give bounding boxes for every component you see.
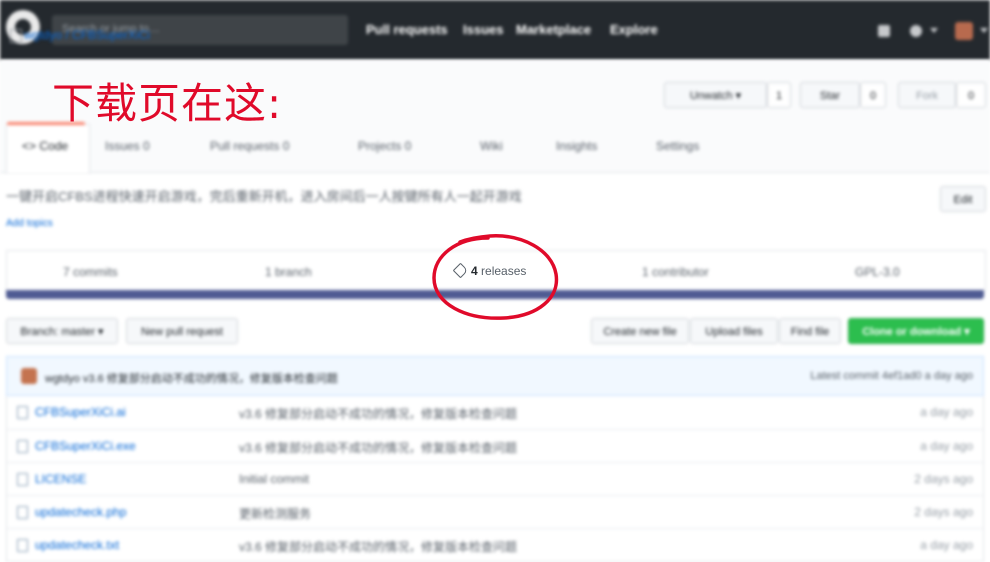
star-button[interactable]: Star [800, 82, 860, 108]
branch-link[interactable]: 1 branch [265, 265, 312, 279]
commit-message[interactable]: wgtdyo v3.6 修复部分启动不成功的情况，修复版本检查问题 [45, 370, 338, 386]
nav-pull-requests[interactable]: Pull requests [366, 22, 448, 37]
chevron-down-icon[interactable] [930, 28, 938, 33]
file-age: a day ago [920, 405, 973, 419]
tab-code[interactable]: <> Code [22, 139, 68, 153]
file-commit-message[interactable]: v3.6 修复部分启动不成功的情况，修复版本检查问题 [239, 405, 517, 422]
commits-link[interactable]: 7 commits [63, 265, 118, 279]
file-age: a day ago [920, 439, 973, 453]
file-commit-message[interactable]: v3.6 修复部分启动不成功的情况，修复版本检查问题 [239, 538, 517, 555]
file-list: CFBSuperXiCi.ai v3.6 修复部分启动不成功的情况，修复版本检查… [6, 396, 984, 562]
table-row[interactable]: updatecheck.php 更新检测服务 2 days ago [7, 495, 983, 529]
file-name[interactable]: updatecheck.txt [35, 538, 119, 552]
table-row[interactable]: CFBSuperXiCi.ai v3.6 修复部分启动不成功的情况，修复版本检查… [7, 396, 983, 429]
repo-tabs: <> Code Issues 0 Pull requests 0 Project… [0, 130, 990, 166]
file-icon [17, 440, 28, 453]
license-link[interactable]: GPL-3.0 [855, 265, 900, 279]
find-file-button[interactable]: Find file [779, 318, 841, 344]
table-row[interactable]: LICENSE Initial commit 2 days ago [7, 462, 983, 496]
tab-wiki[interactable]: Wiki [480, 139, 503, 153]
latest-commit-bar: wgtdyo v3.6 修复部分启动不成功的情况，修复版本检查问题 Latest… [6, 356, 984, 396]
unwatch-button[interactable]: Unwatch ▾ [664, 82, 767, 108]
upload-files-button[interactable]: Upload files [690, 318, 778, 344]
nav-explore[interactable]: Explore [610, 22, 658, 37]
fork-count[interactable]: 0 [956, 82, 986, 108]
tab-settings[interactable]: Settings [656, 139, 699, 153]
add-topics-link[interactable]: Add topics [6, 218, 53, 229]
file-name[interactable]: CFBSuperXiCi.ai [35, 405, 126, 419]
author-avatar[interactable] [21, 368, 37, 384]
chevron-down-icon[interactable] [980, 28, 988, 33]
file-name[interactable]: LICENSE [35, 472, 86, 486]
fork-button[interactable]: Fork [898, 82, 956, 108]
repo-title[interactable]: wgtdyo / CFBSuperXiCi [24, 28, 150, 42]
file-name[interactable]: CFBSuperXiCi.exe [35, 439, 136, 453]
nav-marketplace[interactable]: Marketplace [516, 22, 591, 37]
tab-projects[interactable]: Projects 0 [358, 139, 411, 153]
latest-commit-info[interactable]: Latest commit 4ef1ad0 a day ago [810, 370, 973, 382]
file-commit-message[interactable]: Initial commit [239, 472, 309, 486]
file-icon [17, 506, 28, 519]
repo-description: 一键开启CFBS进程快速开启游戏，完后重新开机，进入房间后一人按键所有人一起开游… [6, 189, 522, 204]
tab-pull-requests[interactable]: Pull requests 0 [210, 139, 289, 153]
file-name[interactable]: updatecheck.php [35, 505, 126, 519]
table-row[interactable]: CFBSuperXiCi.exe v3.6 修复部分启动不成功的情况，修复版本检… [7, 429, 983, 463]
branch-select[interactable]: Branch: master ▾ [6, 318, 118, 344]
annotation-text: 下载页在这: [52, 79, 283, 128]
bell-icon[interactable] [878, 25, 890, 37]
file-commit-message[interactable]: v3.6 修复部分启动不成功的情况，修复版本检查问题 [239, 439, 517, 456]
edit-button[interactable]: Edit [940, 186, 986, 212]
file-age: 2 days ago [914, 505, 973, 519]
plus-icon[interactable] [910, 25, 922, 37]
user-avatar[interactable] [955, 22, 973, 40]
table-row[interactable]: updatecheck.txt v3.6 修复部分启动不成功的情况，修复版本检查… [7, 528, 983, 562]
tab-issues[interactable]: Issues 0 [105, 139, 150, 153]
tab-insights[interactable]: Insights [556, 139, 597, 153]
nav-issues[interactable]: Issues [463, 22, 503, 37]
file-commit-message[interactable]: 更新检测服务 [239, 505, 311, 522]
file-icon [17, 473, 28, 486]
file-age: a day ago [920, 538, 973, 552]
file-icon [17, 406, 28, 419]
file-age: 2 days ago [914, 472, 973, 486]
file-icon [17, 539, 28, 552]
watch-count[interactable]: 1 [767, 82, 791, 108]
clone-download-button[interactable]: Clone or download ▾ [848, 318, 984, 344]
repo-icon [10, 29, 22, 43]
create-file-button[interactable]: Create new file [591, 318, 689, 344]
contributors-link[interactable]: 1 contributor [642, 265, 709, 279]
star-count[interactable]: 0 [860, 82, 886, 108]
annotation-circle [432, 234, 559, 320]
new-pull-request-button[interactable]: New pull request [126, 318, 238, 344]
